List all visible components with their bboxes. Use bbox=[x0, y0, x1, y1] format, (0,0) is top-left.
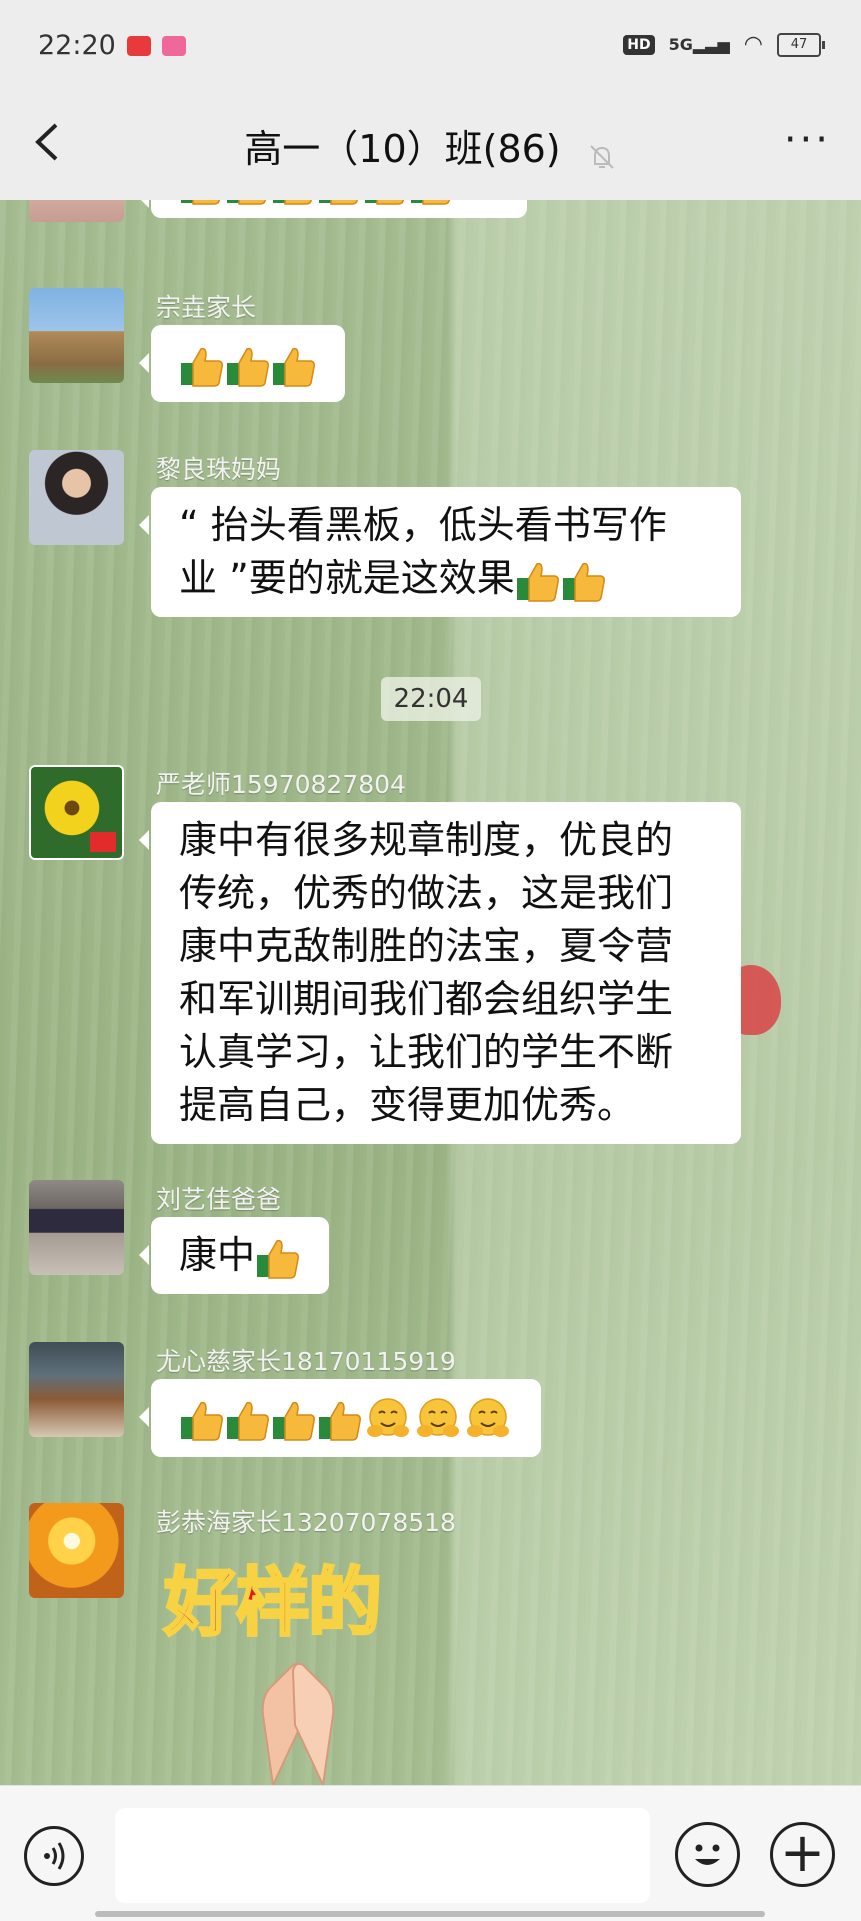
message-text: 传统，优秀的做法，这是我们 bbox=[179, 871, 674, 915]
avatar[interactable] bbox=[29, 1342, 124, 1437]
signal-icon: 5G▂▃▅ bbox=[668, 35, 730, 54]
thumbs-up-icon bbox=[411, 200, 450, 205]
clapping-hands-sticker[interactable] bbox=[243, 1655, 353, 1785]
avatar[interactable] bbox=[29, 765, 124, 860]
more-icon[interactable]: ··· bbox=[784, 120, 831, 160]
thumbs-up-icon bbox=[365, 200, 404, 205]
thumbs-up-icon bbox=[227, 1401, 269, 1441]
thumbs-up-icon bbox=[273, 200, 312, 205]
message-bubble[interactable]: 康中 bbox=[138, 1217, 330, 1294]
thumbs-up-icon bbox=[181, 1401, 223, 1441]
thumbs-up-icon bbox=[181, 200, 220, 205]
input-bar: + bbox=[0, 1785, 861, 1921]
message-text: 业 ”要的就是这效果 bbox=[179, 552, 713, 605]
app-notification-icon bbox=[162, 36, 186, 56]
group-name: 高一（10）班(86) bbox=[244, 127, 561, 171]
app-notification-icon bbox=[127, 36, 151, 56]
avatar[interactable] bbox=[29, 200, 124, 222]
message-text: “ 抬头看黑板，低头看书写作 bbox=[179, 503, 667, 547]
thumbs-up-icon bbox=[319, 200, 358, 205]
message-input[interactable] bbox=[115, 1808, 650, 1903]
sticker[interactable]: 好样的 bbox=[163, 1543, 384, 1650]
wifi-icon: ◠ bbox=[743, 32, 763, 57]
emoji-icon[interactable] bbox=[675, 1822, 740, 1887]
thumbs-up-icon bbox=[181, 347, 223, 387]
message-bubble[interactable] bbox=[139, 1379, 541, 1457]
sender-name: 刘艺佳爸爸 bbox=[156, 1185, 282, 1214]
thumbs-up-icon bbox=[516, 562, 559, 602]
message-bubble[interactable] bbox=[139, 200, 527, 218]
sender-name: 严老师15970827804 bbox=[156, 770, 406, 799]
message-bubble[interactable]: “ 抬头看黑板，低头看书写作 业 ”要的就是这效果 bbox=[139, 487, 741, 617]
avatar[interactable] bbox=[29, 288, 124, 383]
sender-name: 黎良珠妈妈 bbox=[156, 455, 282, 484]
message-text: 康中 bbox=[179, 1233, 256, 1277]
flag-badge-icon bbox=[90, 832, 116, 852]
message-text: 认真学习，让我们的学生不断 bbox=[179, 1030, 674, 1074]
hugging-face-icon bbox=[367, 1397, 409, 1437]
hugging-face-icon bbox=[417, 1397, 459, 1437]
voice-icon[interactable] bbox=[24, 1826, 84, 1886]
chat-title: 高一（10）班(86) bbox=[0, 118, 861, 173]
message-text: 康中克敌制胜的法宝，夏令营 bbox=[179, 924, 674, 968]
message-text: 康中有很多规章制度，优良的 bbox=[179, 818, 674, 862]
hugging-face-icon bbox=[467, 1397, 509, 1437]
sender-name: 彭恭海家长13207078518 bbox=[156, 1508, 456, 1537]
battery-icon: 47 bbox=[777, 32, 825, 57]
thumbs-up-icon bbox=[273, 1401, 315, 1441]
thumbs-up-icon bbox=[273, 347, 315, 387]
message-text: 提高自己，变得更加优秀。 bbox=[179, 1083, 636, 1127]
message-bubble[interactable]: 康中有很多规章制度，优良的 传统，优秀的做法，这是我们 康中克敌制胜的法宝，夏令… bbox=[139, 802, 741, 1144]
avatar[interactable] bbox=[29, 1180, 124, 1275]
sender-name: 尤心慈家长18170115919 bbox=[156, 1347, 456, 1376]
message-text: 和军训期间我们都会组织学生 bbox=[179, 977, 674, 1021]
plus-icon[interactable]: + bbox=[770, 1822, 835, 1887]
muted-bell-icon bbox=[587, 137, 617, 169]
gesture-bar[interactable] bbox=[95, 1911, 765, 1917]
thumbs-up-icon bbox=[562, 562, 605, 602]
thumbs-up-icon bbox=[227, 347, 269, 387]
chat-header: 高一（10）班(86) ··· bbox=[0, 95, 861, 201]
status-bar: 22:20 HD 5G▂▃▅ ◠ 47 bbox=[0, 0, 861, 95]
thumbs-up-icon bbox=[319, 1401, 361, 1441]
thumbs-up-icon bbox=[227, 200, 266, 205]
avatar[interactable] bbox=[29, 450, 124, 545]
chat-area[interactable]: 宗垚家长 黎良珠妈妈 “ 抬头看黑板，低头看书写作 业 ”要的就是这效果 22:… bbox=[0, 200, 861, 1785]
status-time: 22:20 bbox=[38, 30, 116, 61]
message-bubble[interactable] bbox=[139, 325, 345, 402]
avatar[interactable] bbox=[29, 1503, 124, 1598]
sender-name: 宗垚家长 bbox=[156, 293, 257, 322]
time-divider: 22:04 bbox=[381, 677, 481, 721]
hd-icon: HD bbox=[623, 34, 655, 55]
thumbs-up-icon bbox=[257, 1239, 299, 1279]
